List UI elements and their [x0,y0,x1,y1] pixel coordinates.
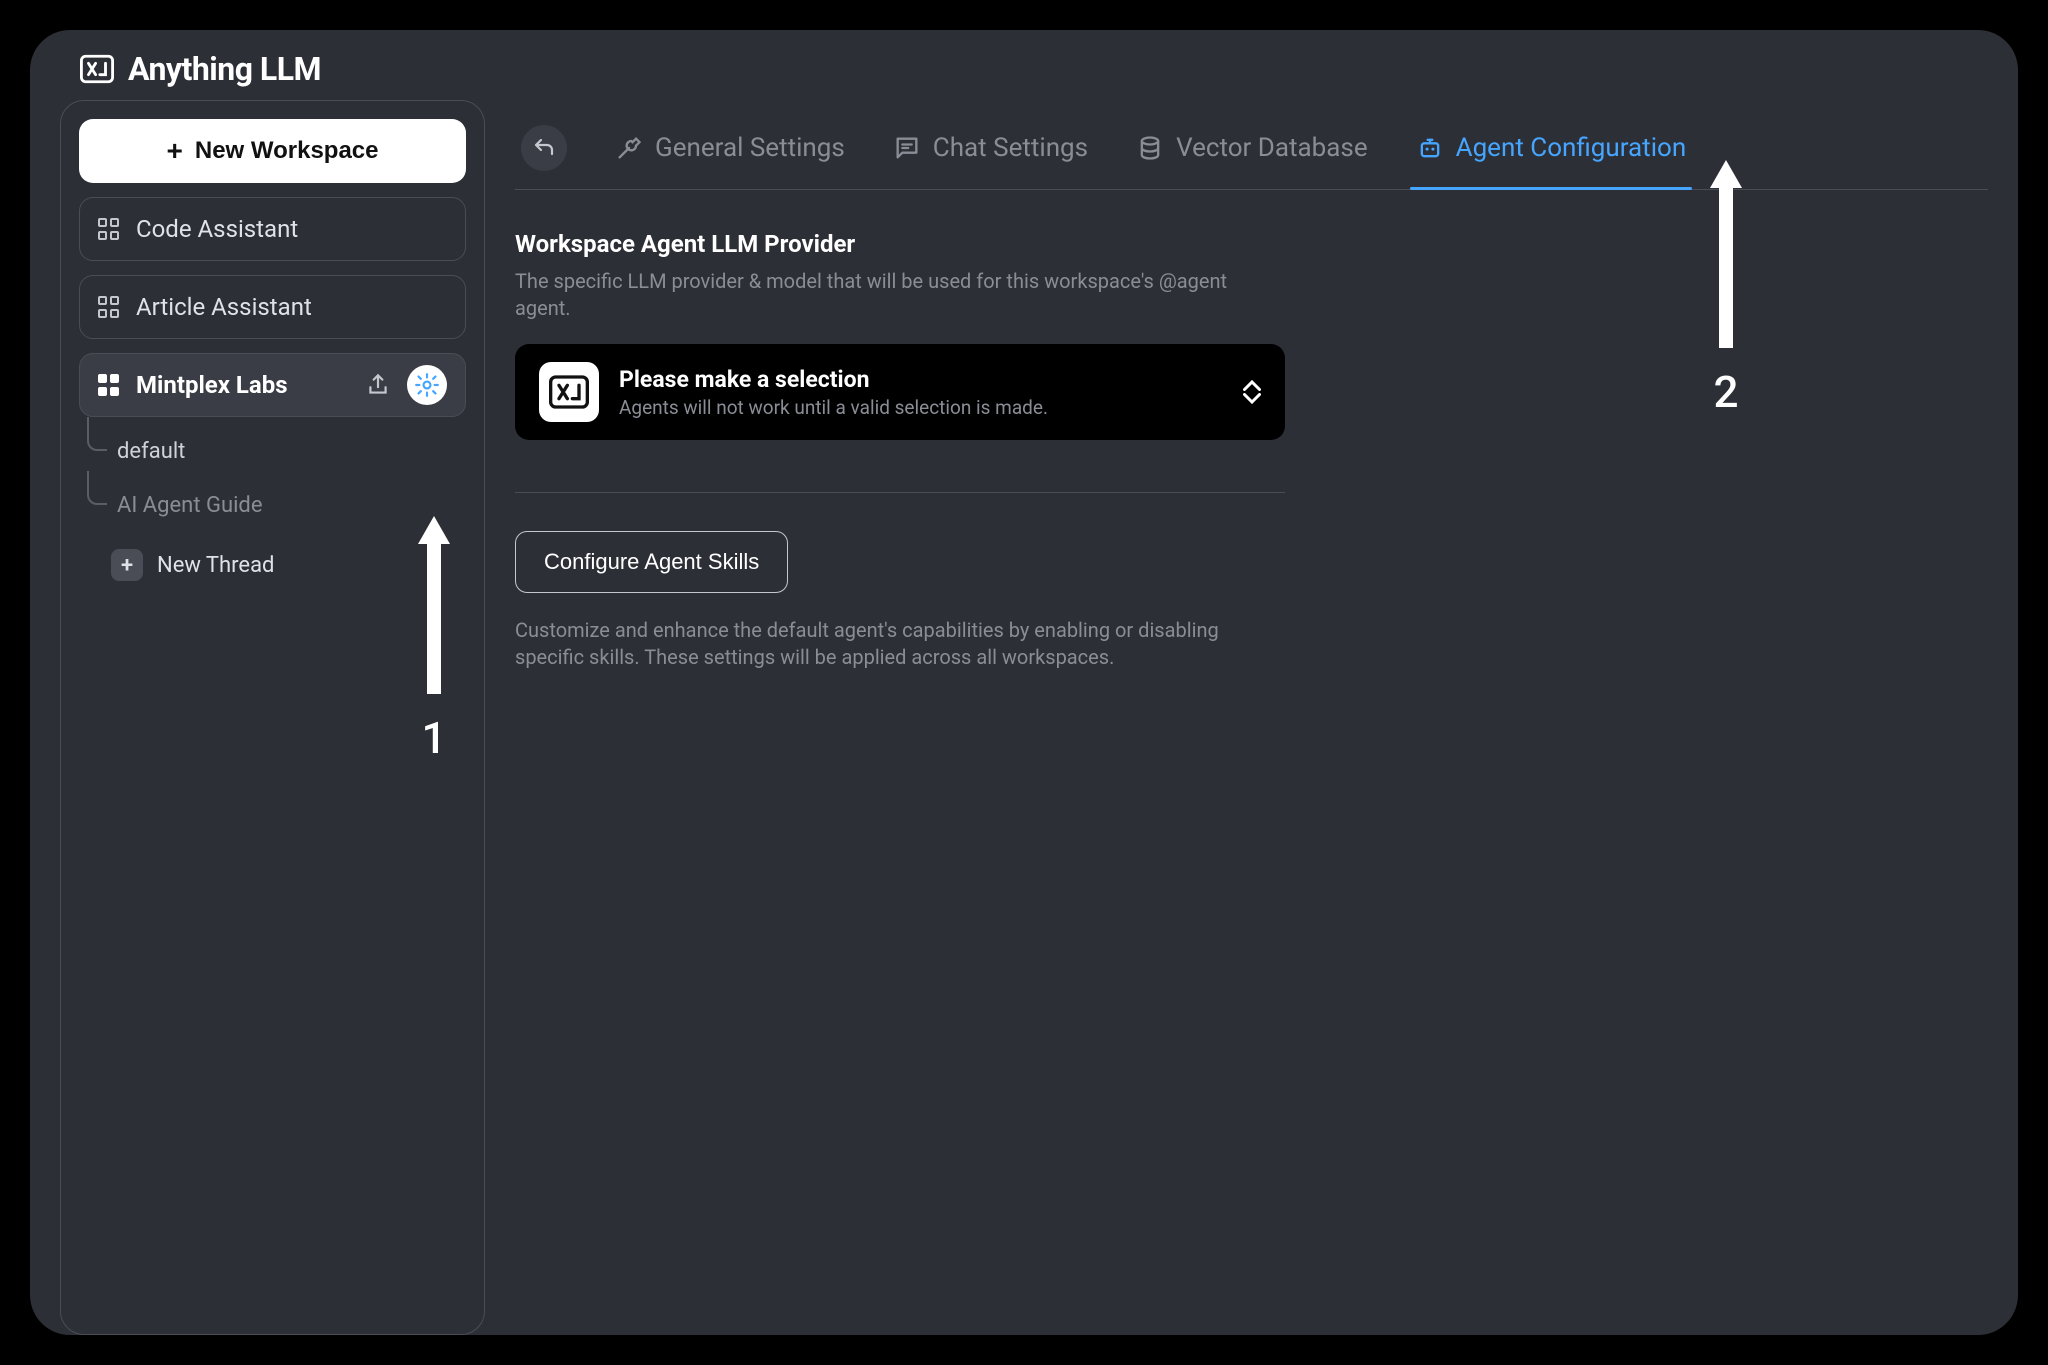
section-desc: The specific LLM provider & model that w… [515,268,1285,322]
sidebar: + New Workspace Code Assistant Article A… [60,100,485,1335]
new-thread-label: New Thread [157,553,274,578]
section-title: Workspace Agent LLM Provider [515,230,1285,258]
provider-title: Please make a selection [619,366,1223,393]
skills-desc: Customize and enhance the default agent'… [515,617,1255,671]
grid-icon [98,374,120,396]
plus-icon: + [111,549,143,581]
gear-icon [414,372,440,398]
app-logo: Anything LLM [80,50,321,88]
tab-label: General Settings [655,133,845,163]
tab-chat-settings[interactable]: Chat Settings [893,106,1088,189]
tab-label: Agent Configuration [1456,133,1687,163]
thread-label: AI Agent Guide [117,493,263,518]
undo-icon [532,136,556,160]
content: Workspace Agent LLM Provider The specifi… [515,190,1285,693]
thread-ai-agent-guide[interactable]: AI Agent Guide [109,481,466,529]
grid-icon [98,296,120,318]
button-label: Configure Agent Skills [544,549,759,574]
logo-icon [80,52,114,86]
new-workspace-label: New Workspace [195,137,379,165]
body: + New Workspace Code Assistant Article A… [30,88,2018,1335]
workspace-code-assistant[interactable]: Code Assistant [79,197,466,261]
database-icon [1136,134,1164,162]
provider-logo [539,362,599,422]
app-window: Anything LLM + New Workspace Code Assist… [30,30,2018,1335]
thread-label: default [117,439,185,464]
wrench-icon [615,134,643,162]
robot-icon [1416,134,1444,162]
workspace-label: Code Assistant [136,215,298,243]
main: General Settings Chat Settings Vector Da… [515,100,2018,1335]
grid-icon [98,218,120,240]
tab-label: Chat Settings [933,133,1088,163]
share-icon[interactable] [365,372,391,398]
tree-connector-icon [87,417,107,451]
provider-sub: Agents will not work until a valid selec… [619,396,1223,419]
logo-icon [549,372,589,412]
workspace-article-assistant[interactable]: Article Assistant [79,275,466,339]
thread-list: default AI Agent Guide + New Thread [79,427,466,589]
tab-label: Vector Database [1176,133,1368,163]
tab-agent-configuration[interactable]: Agent Configuration [1416,106,1687,189]
back-button[interactable] [521,125,567,171]
plus-icon: + [167,135,183,167]
tab-vector-database[interactable]: Vector Database [1136,106,1368,189]
new-workspace-button[interactable]: + New Workspace [79,119,466,183]
divider [515,492,1285,493]
workspace-settings-button[interactable] [407,365,447,405]
chat-icon [893,134,921,162]
configure-agent-skills-button[interactable]: Configure Agent Skills [515,531,788,593]
thread-default[interactable]: default [109,427,466,475]
app-title: Anything LLM [128,50,321,88]
tab-general-settings[interactable]: General Settings [615,106,845,189]
provider-text: Please make a selection Agents will not … [619,366,1223,419]
tree-connector-icon [87,471,107,505]
tabs: General Settings Chat Settings Vector Da… [515,100,1988,190]
new-thread-button[interactable]: + New Thread [109,541,466,589]
provider-select[interactable]: Please make a selection Agents will not … [515,344,1285,440]
workspace-label: Article Assistant [136,293,312,321]
chevron-up-down-icon [1243,379,1261,405]
header: Anything LLM [30,30,2018,88]
workspace-label: Mintplex Labs [136,371,288,399]
workspace-mintplex-labs[interactable]: Mintplex Labs [79,353,466,417]
